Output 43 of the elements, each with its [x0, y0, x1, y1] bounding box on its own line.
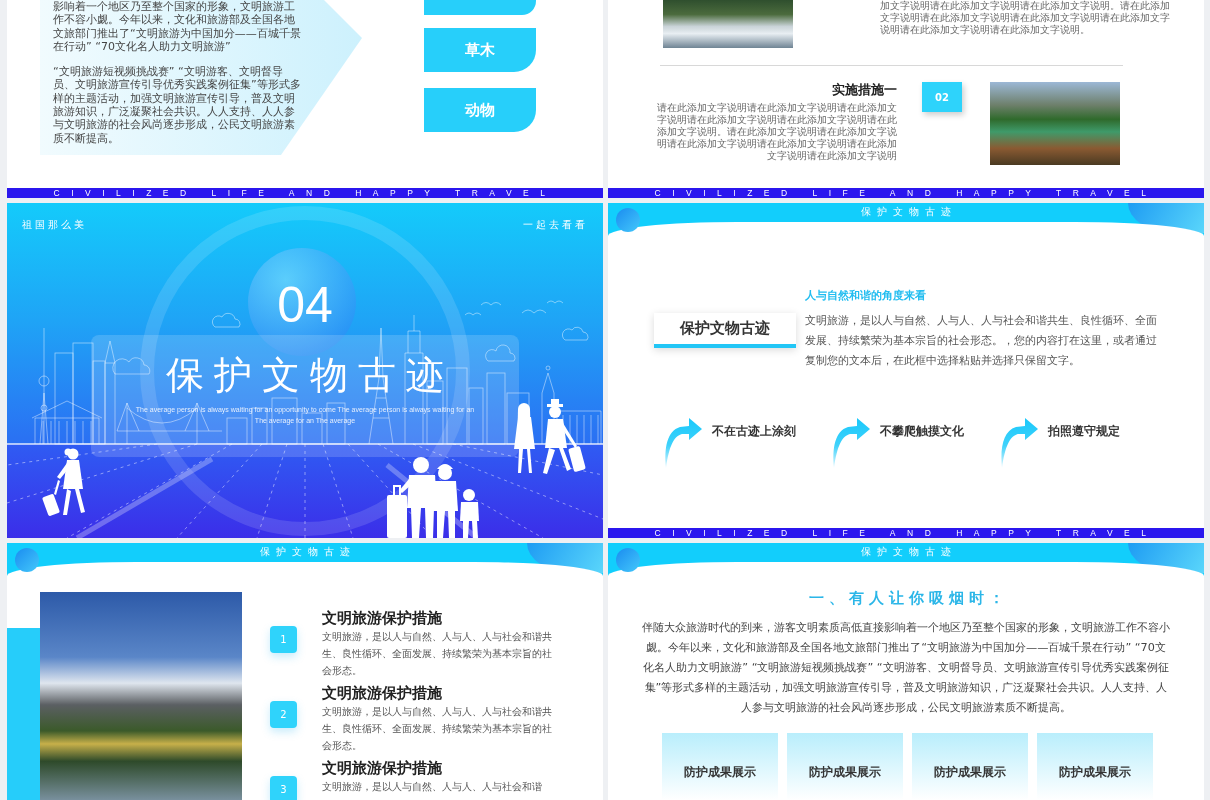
- step-title: 文明旅游保护措施: [322, 685, 442, 701]
- bubble-decoration: [15, 548, 39, 572]
- slide-header: 保护文物古迹: [259, 546, 356, 558]
- rule-label: 不攀爬触摸文化: [880, 424, 964, 438]
- measure-description: 请在此添加文字说明请在此添加文字说明请在此添加文字说明请在此添加文字说明请在此添加文字说明请在此添加文字说明。请在此添加文字说明请在此添加文字说明请在此添加文字说明请在此添加文字说明请在此添加文字说明请在此添加文字说明: [656, 102, 897, 162]
- result-card: 防护成果展示: [662, 733, 778, 800]
- section-heading: 人与自然和谐的角度来看: [805, 289, 926, 303]
- article-title: 一、有人让你吸烟时：: [807, 589, 1009, 608]
- corner-caption: 祖国那么美: [22, 218, 87, 232]
- traveler-silhouette: [41, 448, 85, 517]
- rule-label: 不在古迹上涂刻: [712, 424, 796, 438]
- body-paragraph: 文明旅游，是以人与自然、人与人、人与社会和谐共生、良性循环、全面发展、持续繁荣为基本宗旨的社会形态。，您的内容打在这里，或者通过复制您的文本后，在此框中选择粘贴并选择只保留文字。: [805, 313, 1158, 369]
- step-description: 文明旅游，是以人与自然、人与人、人与社会和谐: [322, 779, 542, 794]
- slide-header: 保护文物古迹: [860, 546, 957, 558]
- step-title: 文明旅游保护措施: [322, 760, 442, 776]
- step-number: 2: [270, 701, 297, 728]
- corner-caption: 一起去看看: [523, 218, 588, 232]
- description-text: 加文字说明请在此添加文字说明请在此添加文字说明。请在此添加文字说明请在此添加文字说明请在此添加文字说明请在此添加文字说明请在此添加文字说明请在此添加文字说明。: [880, 0, 1170, 36]
- result-card: 防护成果展示: [912, 733, 1028, 800]
- step-number: 3: [270, 776, 297, 800]
- step-number: 1: [270, 626, 297, 653]
- footer-banner: CIVILIZED LIFE AND HAPPY TRAVEL: [608, 528, 1204, 538]
- result-card: 防护成果展示: [1037, 733, 1153, 800]
- rule-label: 拍照遵守规定: [1048, 424, 1120, 438]
- slide-header: 保护文物古迹: [860, 206, 957, 218]
- category-block: 动物: [424, 88, 536, 132]
- step-number: 02: [922, 82, 962, 112]
- bubble-decoration: [616, 208, 640, 232]
- category-block: 草木: [424, 28, 536, 72]
- footer-banner: CIVILIZED LIFE AND HAPPY TRAVEL: [608, 188, 1204, 198]
- topic-label: 保护文物古迹: [654, 313, 796, 348]
- footer-banner: CIVILIZED LIFE AND HAPPY TRAVEL: [7, 188, 603, 198]
- body-paragraph: “文明旅游短视频挑战赛” “文明游客、文明督导员、文明旅游宣传引导优秀实践案例征集”等形式多样的主题活动，加强文明旅游宣传引导，普及文明旅游知识，广泛凝聚社会共识。人人支持、人人参与文明旅游的社会风尚逐步形成，公民文明旅游素质不断提高。: [53, 65, 302, 145]
- step-description: 文明旅游，是以人与自然、人与人、人与社会和谐共生、良性循环、全面发展、持续繁荣为基本宗旨的社会形态。: [322, 704, 553, 753]
- result-card: 防护成果展示: [787, 733, 903, 800]
- step-title: 文明旅游保护措施: [322, 610, 442, 626]
- section-number: 04: [277, 277, 333, 333]
- step-description: 文明旅游，是以人与自然、人与人、人与社会和谐共生、良性循环、全面发展、持续繁荣为基本宗旨的社会形态。: [322, 629, 553, 678]
- body-paragraph: 影响着一个地区乃至整个国家的形象，文明旅游工作不容小觑。今年以来，文化和旅游部及全国各地文旅部门推出了“文明旅游为中国加分——百城千景在行动” “70文化名人助力文明旅游”: [53, 0, 302, 54]
- cover-title: 保护文物古迹: [165, 353, 454, 397]
- bubble-decoration: [616, 548, 640, 572]
- measure-title: 实施措施一: [832, 82, 897, 98]
- article-paragraph: 伴随大众旅游时代的到来，游客文明素质高低直接影响着一个地区乃至整个国家的形象，文明旅游工作不容小觑。今年以来，文化和旅游部及全国各地文旅部门推出了“文明旅游为中国加分——百城千景在行动” “70文化名人助力文明旅游” “文明旅游短视频挑战赛” “文明游客、文明督导员、文明旅游宣传引导优秀实践案例征集”等形式多样的主题活动，加强文明旅游宣传引导，普及文明旅游知识，广泛凝聚社会共识。人人支持、人人参与文明旅游的社会风尚逐步形成，公民文明旅游素质不断提高。: [641, 620, 1171, 716]
